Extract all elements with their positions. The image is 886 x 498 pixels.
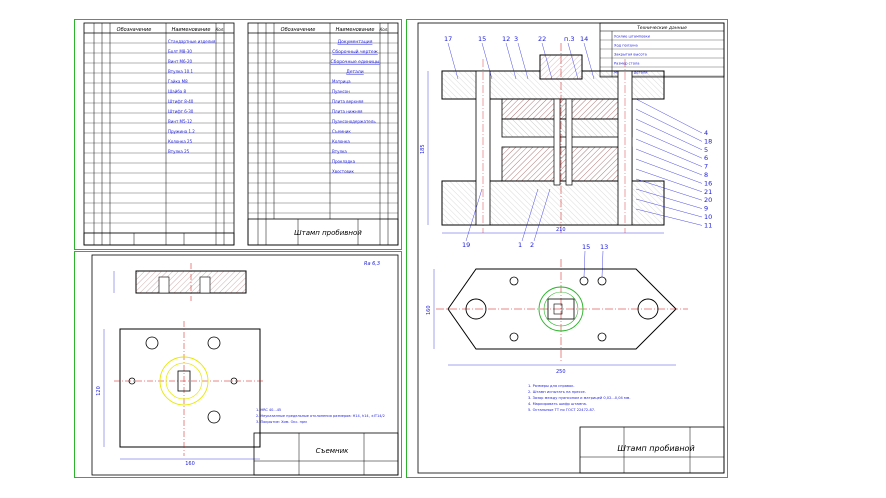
spec1-row-name: Винт М5-12 (168, 119, 193, 124)
spec-sheet-2: Обозначение Наименование Кол. Документац… (247, 22, 399, 246)
assembly-callout-plan: 15 (582, 243, 590, 251)
part-plan-view: 160 120 (96, 321, 264, 467)
assembly-callout-plan: 13 (600, 243, 608, 251)
spec2-row-name: Плита верхняя (332, 99, 364, 104)
assembly-tech-req-line: 1. Размеры для справок. (528, 384, 575, 388)
spec2-row-name: Матрица (332, 79, 351, 84)
spec2-section-heading: Документация (338, 39, 373, 45)
part-title: Съемник (316, 447, 350, 455)
spec1-col-designation: Обозначение (117, 27, 152, 33)
assembly-callout-right: 8 (704, 171, 708, 179)
assembly-callout-right: 16 (704, 179, 712, 187)
assembly-callout-right: 5 (704, 146, 708, 154)
assembly-callout-top: 14 (580, 35, 588, 43)
spec1-row-name: Шайба 8 (168, 89, 187, 94)
part-drawing: 160 120 Ra 6,3 1. HRC 40...45 2. Неуказа… (91, 254, 399, 476)
assembly-callout-right: 21 (704, 188, 712, 196)
assembly-callout-top: п.3 (564, 35, 574, 43)
part-note-1: 1. HRC 40...45 (256, 408, 281, 412)
spec1-row-name: Винт М6-20 (168, 59, 193, 64)
assembly-spec-row: Ход ползуна (614, 44, 638, 48)
assembly-plan-view: 250 160 (426, 259, 688, 375)
assembly-spec-row: Закрытая высота (614, 53, 647, 57)
part-note-2: 2. Неуказанные предельные отклонения раз… (256, 414, 385, 418)
spec2-col-designation: Обозначение (281, 27, 316, 33)
spec2-rows: Документация Сборочный чертеж Сборочные ед… (248, 39, 398, 214)
spec2-col-name: Наименование (336, 27, 375, 33)
assembly-callout-right: 20 (704, 196, 712, 204)
assembly-dim-height: 185 (420, 144, 426, 154)
spec1-col-qty: Кол. (215, 27, 224, 32)
assembly-spec-row: Усилие штамповки (614, 35, 651, 39)
spec1-row-name: Втулка 25 (168, 149, 190, 154)
assembly-callout-right: 11 (704, 221, 712, 229)
part-dim-height: 120 (96, 386, 102, 396)
spec1-row-name: Болт М8-30 (168, 49, 192, 54)
part-roughness: Ra 6,3 (364, 261, 380, 267)
assembly-callout-bottom: 2 (530, 241, 534, 249)
spec1-col-name: Наименование (172, 27, 211, 33)
assembly-tech-req-line: 2. Штамп испытать на прессе. (528, 390, 586, 394)
assembly-dim-width: 210 (556, 227, 566, 233)
assembly-title: Штамп пробивной (617, 444, 694, 453)
assembly-tech-req-line: 4. Маркировать шифр штампа. (528, 402, 587, 406)
spec2-col-qty: Кол. (379, 27, 388, 32)
assembly-spec-table: Технические данные Усилие штамповки Ход п… (599, 22, 725, 78)
assembly-callout-right: 9 (704, 205, 708, 213)
spec1-row-name: Штифт 8-40 (168, 99, 194, 104)
assembly-front-view: 210 185 (420, 43, 665, 234)
assembly-callout-top: 12 (502, 35, 510, 43)
assembly-callout-right: 4 (704, 129, 708, 137)
spec-sheet-1: Обозначение Наименование Кол. Стандартны… (83, 22, 235, 246)
spec2-row-name: Пуансонодержатель (332, 119, 376, 124)
plan-dim-width: 250 (556, 369, 566, 375)
assembly-callout-top: 17 (444, 35, 452, 43)
assembly-title-block: Штамп пробивной (579, 426, 725, 474)
spec2-title: Штамп пробивной (294, 229, 362, 237)
assembly-spec-table-header: Технические данные (637, 25, 687, 31)
spec1-row-name: Стандартные изделия (168, 39, 216, 44)
spec2-section-heading: Сборочный чертеж (332, 48, 378, 55)
spec2-row-name: Плита нижняя (332, 109, 363, 114)
spec2-row-name: Пуансон (332, 89, 350, 94)
assembly-callout-right: 7 (704, 163, 708, 171)
assembly-callout-bottom: 1 (518, 241, 522, 249)
assembly-spec-row: Размер стола (614, 62, 639, 66)
spec2-section-heading: Детали (346, 69, 364, 75)
assembly-tech-req-line: 3. Зазор между пуансоном и матрицей 0,02… (528, 396, 631, 400)
assembly-tech-requirements: 1. Размеры для справок. 2. Штамп испытать… (528, 384, 631, 412)
part-dim-width: 160 (185, 461, 195, 467)
spec1-rows: Стандартные изделия Болт М8-30 Винт М6-20 В… (84, 39, 234, 234)
assembly-drawing: Технические данные Усилие штамповки Ход п… (417, 22, 725, 474)
assembly-callout-right: 10 (704, 213, 712, 221)
spec2-row-name: Прокладка (332, 159, 356, 164)
part-section-view (113, 263, 247, 301)
spec2-row-name: Съемник (332, 129, 351, 134)
assembly-callout-top: 3 (514, 35, 518, 43)
spec2-row-name: Втулка (332, 149, 347, 154)
assembly-callout-right: 6 (704, 154, 708, 162)
assembly-tech-req-line: 5. Остальные ТТ по ГОСТ 22472-87. (528, 408, 595, 412)
spec2-row-name: Хвостовик (332, 169, 354, 174)
part-note-3: 3. Покрытие: Хим. Окс. прм (256, 420, 307, 424)
assembly-callout-right: 18 (704, 137, 712, 145)
plan-dim-height: 160 (426, 305, 432, 315)
assembly-callout-top: 15 (478, 35, 486, 43)
spec1-row-name: Колонка 25 (168, 139, 193, 144)
spec2-section-heading: Сборочные единицы (331, 59, 380, 65)
assembly-callout-bottom: 19 (462, 241, 470, 249)
spec1-row-name: Пружина 1.2 (168, 129, 195, 134)
spec2-row-name: Колонка (332, 139, 350, 144)
spec1-row-name: Штифт 6-30 (168, 109, 194, 114)
part-title-block: Съемник (253, 432, 399, 476)
assembly-callout-top: 22 (538, 35, 546, 43)
spec1-row-name: Втулка 10.1 (168, 69, 193, 74)
spec1-row-name: Гайка М8 (168, 79, 188, 84)
